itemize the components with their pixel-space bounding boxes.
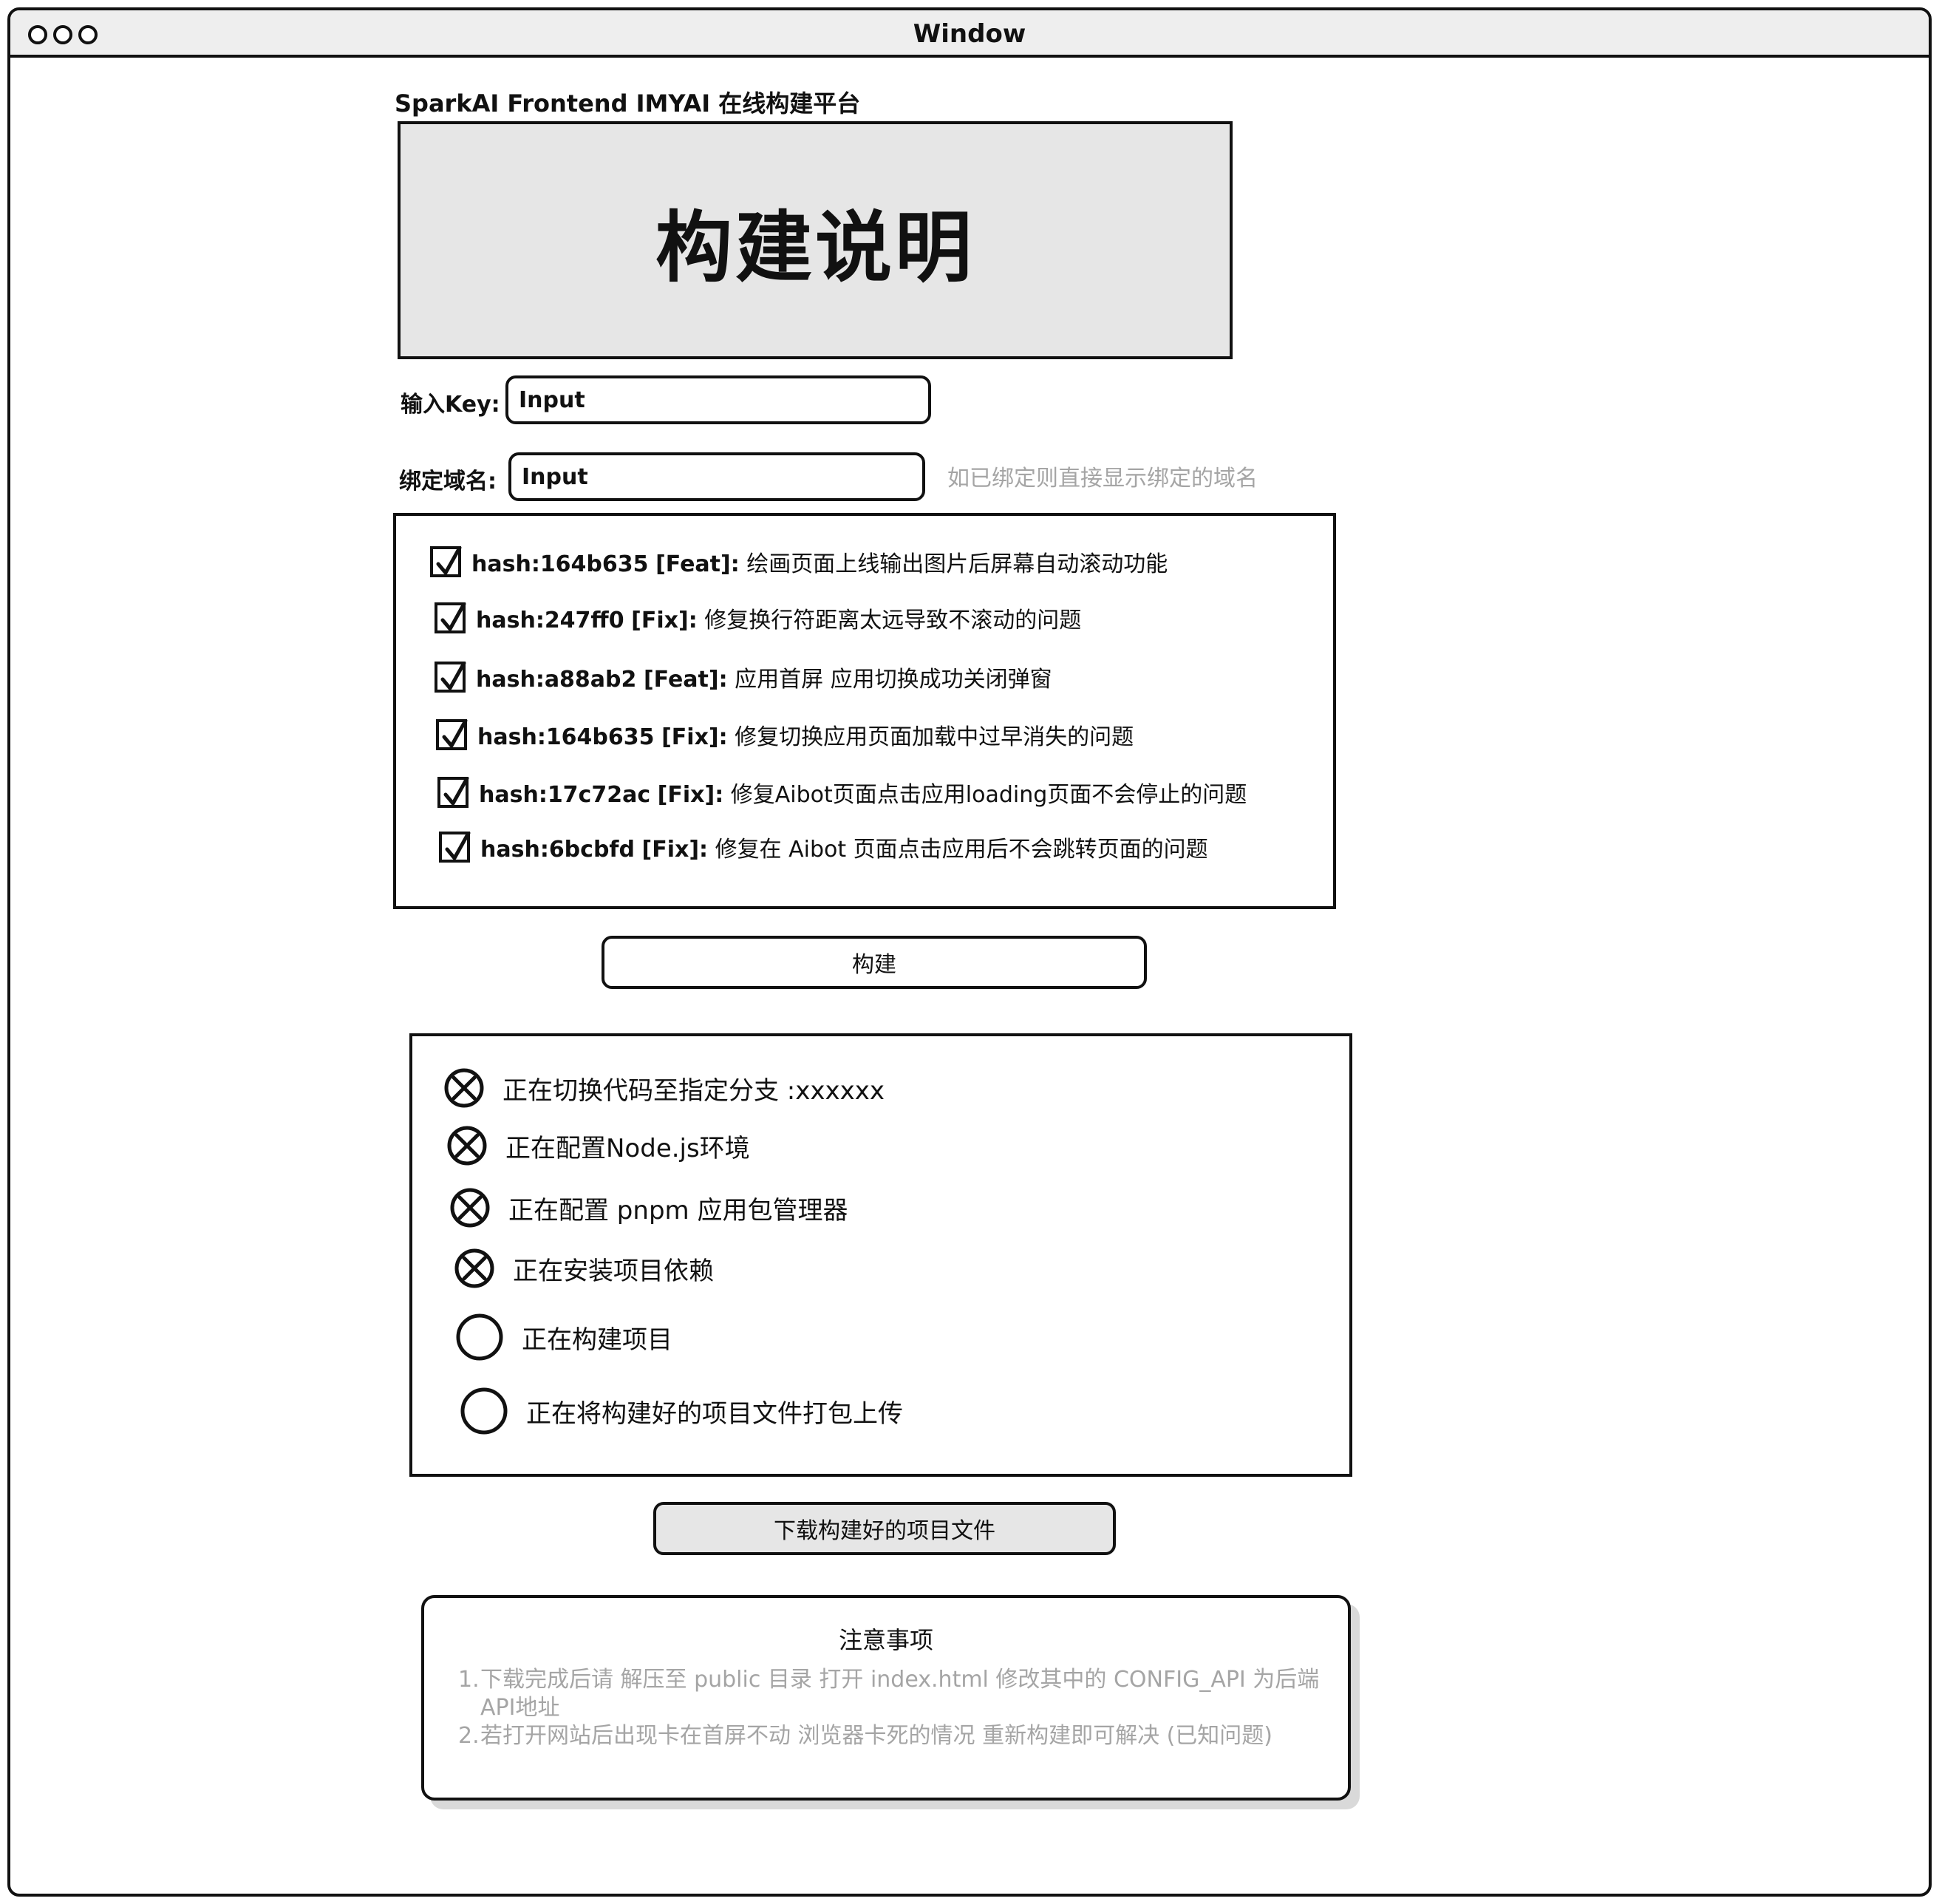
commit-type: [Fix]: [641,837,709,863]
commit-type: [Feat]: [655,551,740,577]
build-step: 正在将构建好的项目文件打包上传 [460,1387,903,1435]
app-title: SparkAI Frontend IMYAI 在线构建平台 [395,89,861,118]
commit-message: 绘画页面上线输出图片后屏幕自动滚动功能 [746,551,1168,577]
step-failed-icon [447,1126,487,1166]
step-failed-icon [454,1248,494,1288]
step-pending-icon [460,1387,508,1435]
commit-item[interactable]: hash:6bcbfd [Fix]: 修复在 Aibot 页面点击应用后不会跳转… [439,831,1208,863]
commit-message: 修复Aibot页面点击应用loading页面不会停止的问题 [730,782,1247,808]
notice-item: 2. 若打开网站后出现卡在首屏不动 浏览器卡死的情况 重新构建即可解决 (已知问… [458,1722,1333,1750]
commit-hash: hash:17c72ac [479,782,651,808]
build-step: 正在构建项目 [455,1313,672,1361]
commit-message: 修复切换应用页面加载中过早消失的问题 [735,724,1134,750]
commit-type: [Fix]: [631,608,698,633]
commit-type: [Feat]: [643,667,728,693]
checkbox-checked-icon[interactable] [435,602,466,633]
commit-item[interactable]: hash:a88ab2 [Feat]: 应用首屏 应用切换成功关闭弹窗 [435,661,1052,693]
commit-message: 修复在 Aibot 页面点击应用后不会跳转页面的问题 [715,837,1208,863]
commit-item[interactable]: hash:247ff0 [Fix]: 修复换行符距离太远导致不滚动的问题 [435,602,1081,634]
notice-title: 注意事项 [838,1626,933,1654]
step-label: 正在将构建好的项目文件打包上传 [526,1398,903,1429]
domain-input[interactable] [508,452,925,501]
step-label: 正在配置Node.js环境 [505,1133,750,1163]
commit-item[interactable]: hash:164b635 [Fix]: 修复切换应用页面加载中过早消失的问题 [436,718,1134,751]
notice-item-text: 若打开网站后出现卡在首屏不动 浏览器卡死的情况 重新构建即可解决 (已知问题) [480,1723,1273,1749]
commit-hash: hash:6bcbfd [480,837,635,863]
download-button[interactable]: 下载构建好的项目文件 [653,1502,1116,1555]
commit-item[interactable]: hash:17c72ac [Fix]: 修复Aibot页面点击应用loading… [437,776,1247,809]
step-failed-icon [450,1188,490,1228]
commit-hash: hash:247ff0 [476,608,624,633]
step-pending-icon [456,1313,503,1361]
commit-message: 应用首屏 应用切换成功关闭弹窗 [735,667,1052,693]
checkbox-checked-icon[interactable] [439,832,471,863]
checkbox-checked-icon[interactable] [430,546,462,577]
step-label: 正在安装项目依赖 [513,1256,714,1286]
build-step: 正在配置 pnpm 应用包管理器 [449,1187,848,1228]
notice-list: 1. 下载完成后请 解压至 public 目录 打开 index.html 修改… [458,1666,1333,1750]
build-step: 正在切换代码至指定分支 :xxxxxx [443,1067,885,1109]
key-input[interactable] [505,375,931,424]
notice-item-number: 1. [458,1667,480,1693]
build-button[interactable]: 构建 [602,936,1147,989]
notice-panel: 注意事项 1. 下载完成后请 解压至 public 目录 打开 index.ht… [421,1595,1351,1801]
checkbox-checked-icon[interactable] [436,719,468,750]
step-label: 正在切换代码至指定分支 :xxxxxx [502,1075,885,1106]
commit-hash: hash:164b635 [471,551,649,577]
step-label: 正在构建项目 [522,1325,672,1355]
commit-message: 修复换行符距离太远导致不滚动的问题 [704,608,1082,633]
checkbox-checked-icon[interactable] [437,777,469,808]
domain-label: 绑定域名: [399,469,497,494]
domain-hint: 如已绑定则直接显示绑定的域名 [947,466,1258,492]
window-title: Window [913,19,1026,49]
commit-item[interactable]: hash:164b635 [Feat]: 绘画页面上线输出图片后屏幕自动滚动功能 [430,545,1168,578]
step-failed-icon [444,1068,484,1108]
commit-hash: hash:a88ab2 [476,667,637,693]
notice-item-text: 下载完成后请 解压至 public 目录 打开 index.html 修改其中的… [480,1667,1320,1721]
commit-hash: hash:164b635 [477,724,655,750]
checkbox-checked-icon[interactable] [435,662,466,693]
build-step: 正在配置Node.js环境 [446,1125,750,1166]
key-label: 输入Key: [401,392,500,418]
window-titlebar: Window [10,10,1929,58]
notice-item-number: 2. [458,1723,480,1749]
notice-item: 1. 下载完成后请 解压至 public 目录 打开 index.html 修改… [458,1666,1333,1722]
hero-banner: 构建说明 [398,121,1233,359]
build-step: 正在安装项目依赖 [454,1248,714,1289]
step-label: 正在配置 pnpm 应用包管理器 [508,1195,848,1225]
commit-type: [Fix]: [661,724,728,750]
commit-type: [Fix]: [657,782,724,808]
hero-title: 构建说明 [655,202,975,293]
